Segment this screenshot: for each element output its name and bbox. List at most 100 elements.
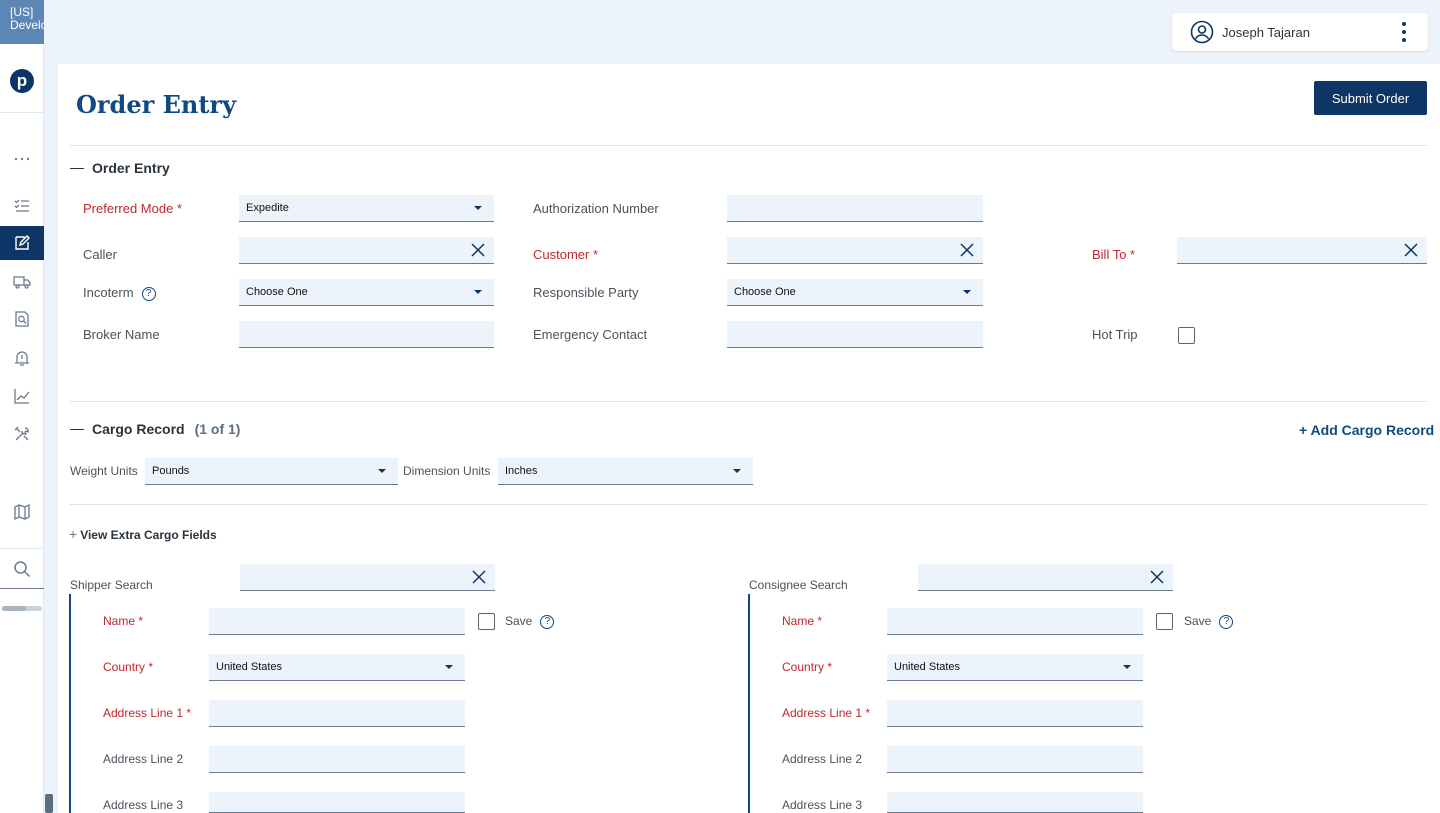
search-icon[interactable] [0,552,44,586]
shipper-name-input[interactable] [209,608,465,635]
user-menu[interactable]: Joseph Tajaran [1172,13,1428,51]
view-extra-cargo-fields-link[interactable]: + View Extra Cargo Fields [69,526,217,542]
clear-icon[interactable] [1149,569,1165,585]
chart-icon[interactable] [0,379,44,413]
consignee-country-value: United States [894,661,961,673]
emergency-contact-input[interactable] [727,321,983,348]
responsible-party-label: Responsible Party [533,285,639,300]
chevron-down-icon [474,290,482,294]
main-panel: Order Entry Submit Order Order Entry Pre… [58,64,1440,813]
incoterm-value: Choose One [246,286,308,298]
help-icon[interactable]: ? [1219,614,1234,629]
consignee-name-label: Name * [782,614,823,628]
consignee-country-select[interactable]: United States [887,654,1143,681]
consignee-address1-input[interactable] [887,700,1143,727]
customer-label: Customer * [533,247,599,262]
scrollbar-thumb[interactable] [2,606,26,611]
chevron-down-icon [445,665,453,669]
section-title: Order Entry [92,160,170,176]
page-title: Order Entry [76,90,237,119]
expand-icon: + [69,526,78,542]
consignee-address3-input[interactable] [887,792,1143,813]
shipper-address2-input[interactable] [209,746,465,773]
collapse-icon [70,167,84,169]
map-icon[interactable] [0,495,44,529]
authorization-number-label: Authorization Number [533,201,659,216]
consignee-country-label: Country * [782,660,833,674]
cargo-record-section-toggle[interactable]: Cargo Record (1 of 1) [70,421,240,437]
broker-name-input[interactable] [239,321,494,348]
incoterm-select[interactable]: Choose One [239,279,494,306]
submit-order-button[interactable]: Submit Order [1314,81,1427,115]
edit-order-icon[interactable] [0,226,44,260]
consignee-group-line [748,594,750,813]
environment-badge[interactable]: [US] Develo [0,0,44,44]
section-title: Cargo Record [92,421,185,437]
dimension-units-select[interactable]: Inches [498,458,753,485]
shipper-address3-label: Address Line 3 [103,798,184,812]
bill-to-label: Bill To * [1092,247,1136,262]
incoterm-label-text: Incoterm [83,285,134,300]
add-cargo-record-link[interactable]: + Add Cargo Record [1299,422,1434,438]
consignee-address2-input[interactable] [887,746,1143,773]
clear-icon[interactable] [959,242,975,258]
dimension-units-value: Inches [505,465,538,477]
emergency-contact-label: Emergency Contact [533,327,648,342]
shipper-address1-input[interactable] [209,700,465,727]
caller-input[interactable] [239,237,494,264]
help-icon[interactable]: ? [540,614,555,629]
shipper-search-input[interactable] [240,564,495,591]
shipper-save-text: Save [505,614,533,628]
more-icon[interactable] [0,142,44,176]
responsible-party-value: Choose One [734,286,796,298]
shipper-address2-label: Address Line 2 [103,752,184,766]
document-search-icon[interactable] [0,302,44,336]
shipper-save-checkbox[interactable] [478,613,495,630]
hot-trip-checkbox[interactable] [1178,327,1195,344]
user-avatar-icon [1190,20,1214,44]
chevron-down-icon [733,469,741,473]
consignee-save-label: Save? [1184,614,1234,629]
consignee-address1-label: Address Line 1 * [782,706,871,720]
shipper-address3-input[interactable] [209,792,465,813]
clear-icon[interactable] [470,242,486,258]
responsible-party-select[interactable]: Choose One [727,279,983,306]
sidebar-scrollbar[interactable] [2,606,42,611]
clear-icon[interactable] [1403,242,1419,258]
incoterm-label: Incoterm? [83,285,156,301]
shipper-country-select[interactable]: United States [209,654,465,681]
authorization-number-input[interactable] [727,195,983,222]
help-icon[interactable]: ? [141,286,156,301]
weight-units-label: Weight Units [70,464,138,478]
consignee-save-checkbox[interactable] [1156,613,1173,630]
tools-icon[interactable] [0,417,44,451]
bill-to-input[interactable] [1177,237,1427,264]
sidebar-divider [0,588,44,589]
checklist-icon[interactable] [0,189,44,223]
cargo-record-count: (1 of 1) [194,421,241,437]
preferred-mode-value: Expedite [246,202,289,214]
consignee-save-text: Save [1184,614,1212,628]
clear-icon[interactable] [471,569,487,585]
consignee-name-input[interactable] [887,608,1143,635]
chevron-down-icon [1123,665,1131,669]
collapse-handle[interactable] [45,794,53,813]
consignee-search-input[interactable] [918,564,1173,591]
user-name: Joseph Tajaran [1222,24,1310,40]
order-entry-section-toggle[interactable]: Order Entry [70,160,170,176]
preferred-mode-select[interactable]: Expedite [239,195,494,222]
kebab-menu-icon[interactable] [1402,22,1406,42]
caller-label: Caller [83,247,117,262]
alert-icon[interactable] [0,341,44,375]
consignee-address3-label: Address Line 3 [782,798,863,812]
app-logo[interactable]: p [10,69,34,93]
shipper-country-value: United States [216,661,283,673]
truck-icon[interactable] [0,265,44,299]
customer-input[interactable] [727,237,983,264]
dimension-units-label: Dimension Units [403,464,491,478]
divider [70,504,1427,505]
weight-units-select[interactable]: Pounds [145,458,398,485]
sidebar-divider [0,112,44,113]
shipper-country-label: Country * [103,660,154,674]
sidebar-divider [0,548,44,549]
